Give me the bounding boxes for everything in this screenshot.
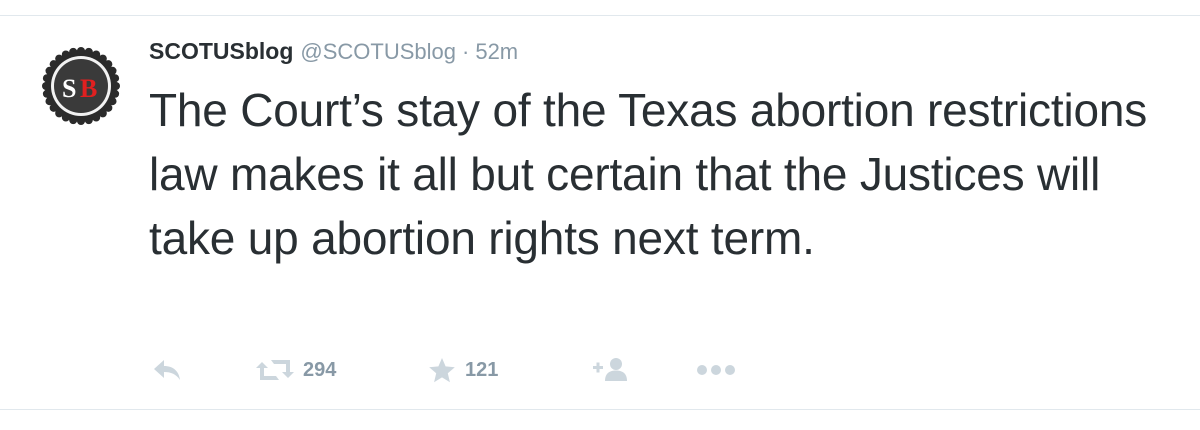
follow-add-user-icon bbox=[593, 358, 627, 381]
tweet-timestamp[interactable]: 52m bbox=[475, 39, 518, 65]
header-separator: · bbox=[462, 39, 470, 64]
more-button[interactable] bbox=[696, 350, 736, 390]
favorite-button[interactable]: 121 bbox=[428, 350, 498, 390]
favorite-count: 121 bbox=[465, 358, 499, 381]
tweet-username[interactable]: @SCOTUSblog bbox=[300, 39, 456, 65]
svg-text:S: S bbox=[62, 74, 76, 103]
reply-button[interactable] bbox=[152, 350, 182, 390]
follow-button[interactable] bbox=[592, 350, 628, 390]
avatar[interactable]: S B bbox=[40, 45, 122, 127]
more-dots-icon bbox=[697, 365, 735, 375]
reply-icon bbox=[154, 360, 180, 380]
tweet-text: The Court’s stay of the Texas abortion r… bbox=[149, 84, 1148, 264]
tweet-fullname[interactable]: SCOTUSblog bbox=[149, 38, 293, 65]
tweet-actions: 294 121 bbox=[148, 350, 768, 390]
scotusblog-seal-icon: S B bbox=[42, 47, 120, 125]
tweet-header: SCOTUSblog @SCOTUSblog · 52m bbox=[149, 38, 518, 72]
retweet-icon bbox=[256, 360, 294, 380]
star-icon bbox=[429, 358, 455, 383]
svg-text:B: B bbox=[80, 74, 97, 103]
retweet-count: 294 bbox=[303, 358, 337, 381]
retweet-button[interactable]: 294 bbox=[256, 350, 336, 390]
